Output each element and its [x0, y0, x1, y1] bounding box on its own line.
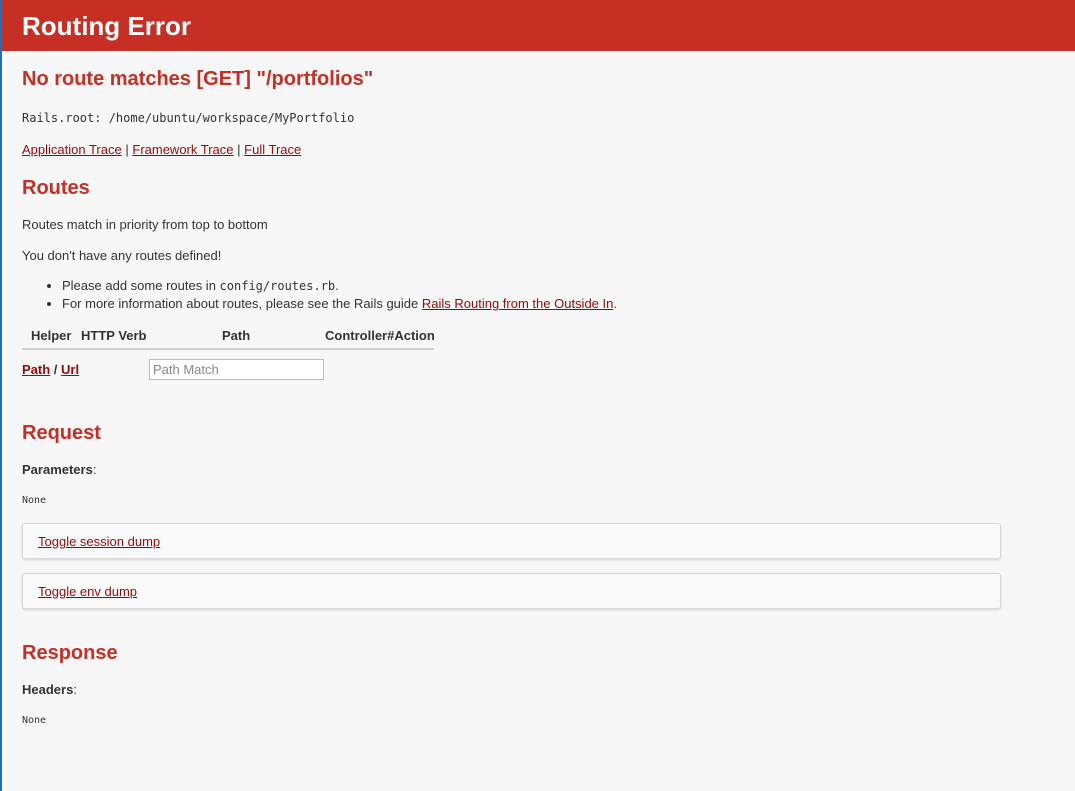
window-left-edge: [0, 0, 2, 791]
no-routes-text: You don't have any routes defined!: [22, 248, 222, 263]
headers-label-row: Headers:: [22, 682, 77, 697]
error-header-bar: Routing Error: [2, 0, 1075, 51]
request-heading: Request: [22, 422, 101, 444]
rails-root: Rails.root: /home/ubuntu/workspace/MyPor…: [22, 111, 355, 125]
url-link[interactable]: Url: [61, 362, 79, 377]
column-header-path: Path: [222, 328, 251, 343]
trace-separator: |: [125, 142, 129, 157]
trace-separator: |: [237, 142, 241, 157]
column-header-controller-action: Controller#Action: [325, 328, 435, 343]
list-item-text: .: [613, 296, 617, 311]
list-item: Please add some routes in config/routes.…: [62, 277, 617, 295]
trace-links: Application Trace | Framework Trace | Fu…: [22, 142, 301, 157]
toggle-env-dump-link[interactable]: Toggle env dump: [38, 584, 137, 599]
routes-help-list: Please add some routes in config/routes.…: [22, 277, 617, 313]
response-heading: Response: [22, 642, 118, 664]
path-link[interactable]: Path: [22, 362, 50, 377]
list-item-text: For more information about routes, pleas…: [62, 296, 422, 311]
path-match-search-input[interactable]: [149, 359, 324, 380]
label-colon: :: [92, 462, 97, 477]
toggle-session-dump-link[interactable]: Toggle session dump: [38, 534, 160, 549]
routes-priority-text: Routes match in priority from top to bot…: [22, 217, 268, 232]
routes-heading: Routes: [22, 177, 90, 199]
error-message: No route matches [GET] "/portfolios": [22, 68, 374, 90]
list-item-text: Please add some routes in: [62, 278, 220, 293]
parameters-label-row: Parameters:: [22, 462, 96, 477]
parameters-label: Parameters: [22, 462, 93, 477]
env-dump-panel: Toggle env dump: [22, 573, 1001, 609]
full-trace-link[interactable]: Full Trace: [244, 142, 301, 157]
routes-table-header: Helper HTTP Verb Path Controller#Action: [22, 328, 435, 350]
page-title: Routing Error: [22, 11, 191, 41]
label-colon: :: [73, 682, 77, 697]
column-header-http-verb: HTTP Verb: [81, 328, 147, 343]
application-trace-link[interactable]: Application Trace: [22, 142, 122, 157]
session-dump-panel: Toggle session dump: [22, 523, 1001, 559]
list-item: For more information about routes, pleas…: [62, 295, 617, 313]
headers-value: None: [22, 715, 47, 726]
path-url-toggle: Path / Url: [22, 362, 79, 377]
headers-label: Headers: [22, 682, 74, 697]
parameters-value: None: [22, 495, 47, 506]
framework-trace-link[interactable]: Framework Trace: [132, 142, 233, 157]
routes-file-code: config/routes.rb: [219, 279, 336, 293]
path-url-separator: /: [53, 362, 58, 377]
list-item-text: .: [335, 278, 339, 293]
rails-routing-guide-link[interactable]: Rails Routing from the Outside In: [422, 296, 613, 311]
column-header-helper: Helper: [31, 328, 72, 343]
